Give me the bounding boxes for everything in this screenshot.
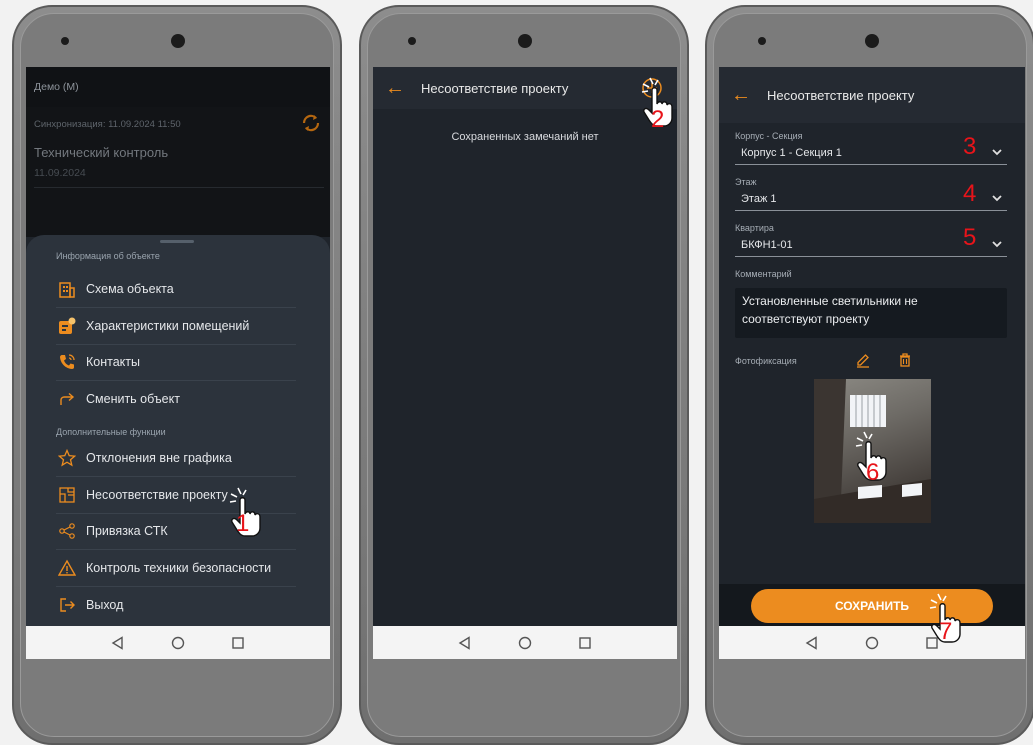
step-number-4: 4 — [963, 180, 977, 207]
phone-frame-3: ← Несоответствие проекту Корпус - Секция… — [705, 5, 1033, 745]
screen-remark-form: ← Несоответствие проекту Корпус - Секция… — [719, 67, 1025, 659]
menu-item-room-characteristics[interactable]: Характеристики помещений — [56, 308, 296, 345]
header-title: Демо (М) — [34, 81, 79, 93]
floor-label: Этаж — [735, 177, 757, 187]
step-number-7: 7 — [939, 618, 953, 645]
camera-dot — [518, 34, 532, 48]
menu-item-label: Схема объекта — [86, 282, 174, 296]
step-number-1: 1 — [236, 510, 250, 537]
control-summary: Синхронизация: 11.09.2024 11:50 Техничес… — [26, 107, 330, 237]
section-info: Информация об объекте — [56, 251, 160, 261]
back-nav-icon[interactable] — [804, 635, 820, 651]
divider — [34, 187, 324, 188]
back-nav-icon[interactable] — [457, 635, 473, 651]
app-header: Демо (М) — [26, 67, 330, 107]
page-title: Несоответствие проекту — [767, 87, 915, 103]
section-extra: Дополнительные функции — [56, 427, 166, 437]
speaker-dot — [408, 37, 416, 45]
recents-nav-icon[interactable] — [577, 635, 593, 651]
sheet-handle[interactable] — [160, 240, 194, 243]
phone-frame-1: Демо (М) Синхронизация: 11.09.2024 11:50… — [12, 5, 342, 745]
floor-value: Этаж 1 — [741, 193, 777, 205]
delete-photo-icon[interactable] — [897, 352, 913, 373]
menu-item-label: Отклонения вне графика — [86, 451, 232, 465]
apartment-value: БКФН1-01 — [741, 239, 793, 251]
menu-item-label: Выход — [86, 598, 124, 612]
app-bar: ← Несоответствие проекту — [719, 67, 1025, 123]
sync-text: Синхронизация: 11.09.2024 11:50 — [34, 119, 181, 130]
speaker-dot — [61, 37, 69, 45]
home-nav-icon[interactable] — [170, 635, 186, 651]
back-arrow-icon[interactable]: ← — [731, 84, 755, 107]
menu-item-label: Контакты — [86, 355, 140, 369]
menu-item-logout[interactable]: Выход — [56, 587, 296, 623]
menu-item-label: Характеристики помещений — [86, 319, 250, 333]
step-number-3: 3 — [963, 133, 977, 160]
back-arrow-icon[interactable]: ← — [385, 77, 409, 100]
logout-icon — [56, 594, 78, 616]
warning-icon — [56, 557, 78, 579]
chevron-down-icon — [991, 237, 1003, 255]
camera-dot — [865, 34, 879, 48]
edit-photo-icon[interactable] — [855, 352, 871, 373]
android-navbar — [719, 626, 1025, 659]
building-value: Корпус 1 - Секция 1 — [741, 147, 842, 159]
recents-nav-icon[interactable] — [230, 635, 246, 651]
menu-item-label: Сменить объект — [86, 392, 180, 406]
comment-field[interactable]: Установленные светильники не соответству… — [735, 288, 1007, 338]
apartment-label: Квартира — [735, 223, 774, 233]
sync-icon[interactable] — [300, 112, 322, 139]
camera-dot — [171, 34, 185, 48]
building-icon — [56, 278, 78, 300]
page-title: Несоответствие проекту — [421, 80, 569, 96]
share-nodes-icon — [56, 520, 78, 542]
step-number-2: 2 — [651, 106, 665, 133]
android-navbar — [373, 626, 677, 659]
photo-label: Фотофиксация — [735, 356, 797, 366]
empty-state-text: Сохраненных замечаний нет — [451, 131, 599, 143]
menu-item-label: Привязка СТК — [86, 524, 168, 538]
floorplan-icon — [56, 484, 78, 506]
screen-menu: Демо (М) Синхронизация: 11.09.2024 11:50… — [26, 67, 330, 659]
android-navbar — [26, 626, 330, 659]
menu-item-label: Контроль техники безопасности — [86, 561, 272, 575]
speaker-dot — [758, 37, 766, 45]
home-nav-icon[interactable] — [517, 635, 533, 651]
menu-item-safety-control[interactable]: Контроль техники безопасности — [56, 550, 296, 587]
chevron-down-icon — [991, 145, 1003, 163]
chevron-down-icon — [991, 191, 1003, 209]
app-bar: ← Несоответствие проекту — [373, 67, 677, 109]
step-number-5: 5 — [963, 224, 977, 251]
menu-item-contacts[interactable]: Контакты — [56, 344, 296, 381]
menu-item-object-scheme[interactable]: Схема объекта — [56, 271, 296, 308]
share-arrow-icon — [56, 388, 78, 410]
screen-empty-list: ← Несоответствие проекту Сохраненных зам… — [373, 67, 677, 659]
home-nav-icon[interactable] — [864, 635, 880, 651]
comment-label: Комментарий — [735, 269, 792, 279]
control-date: 11.09.2024 — [34, 167, 86, 179]
building-label: Корпус - Секция — [735, 131, 803, 141]
menu-item-change-object[interactable]: Сменить объект — [56, 381, 296, 417]
phone-icon — [56, 351, 78, 373]
star-icon — [56, 447, 78, 469]
back-nav-icon[interactable] — [110, 635, 126, 651]
control-title: Технический контроль — [34, 145, 169, 160]
bottom-sheet: Информация об объекте Схема объекта Хара… — [26, 235, 330, 626]
menu-item-deviations[interactable]: Отклонения вне графика — [56, 440, 296, 477]
menu-item-label: Несоответствие проекту — [86, 488, 228, 502]
room-info-icon — [56, 315, 78, 337]
step-number-6: 6 — [866, 459, 880, 486]
